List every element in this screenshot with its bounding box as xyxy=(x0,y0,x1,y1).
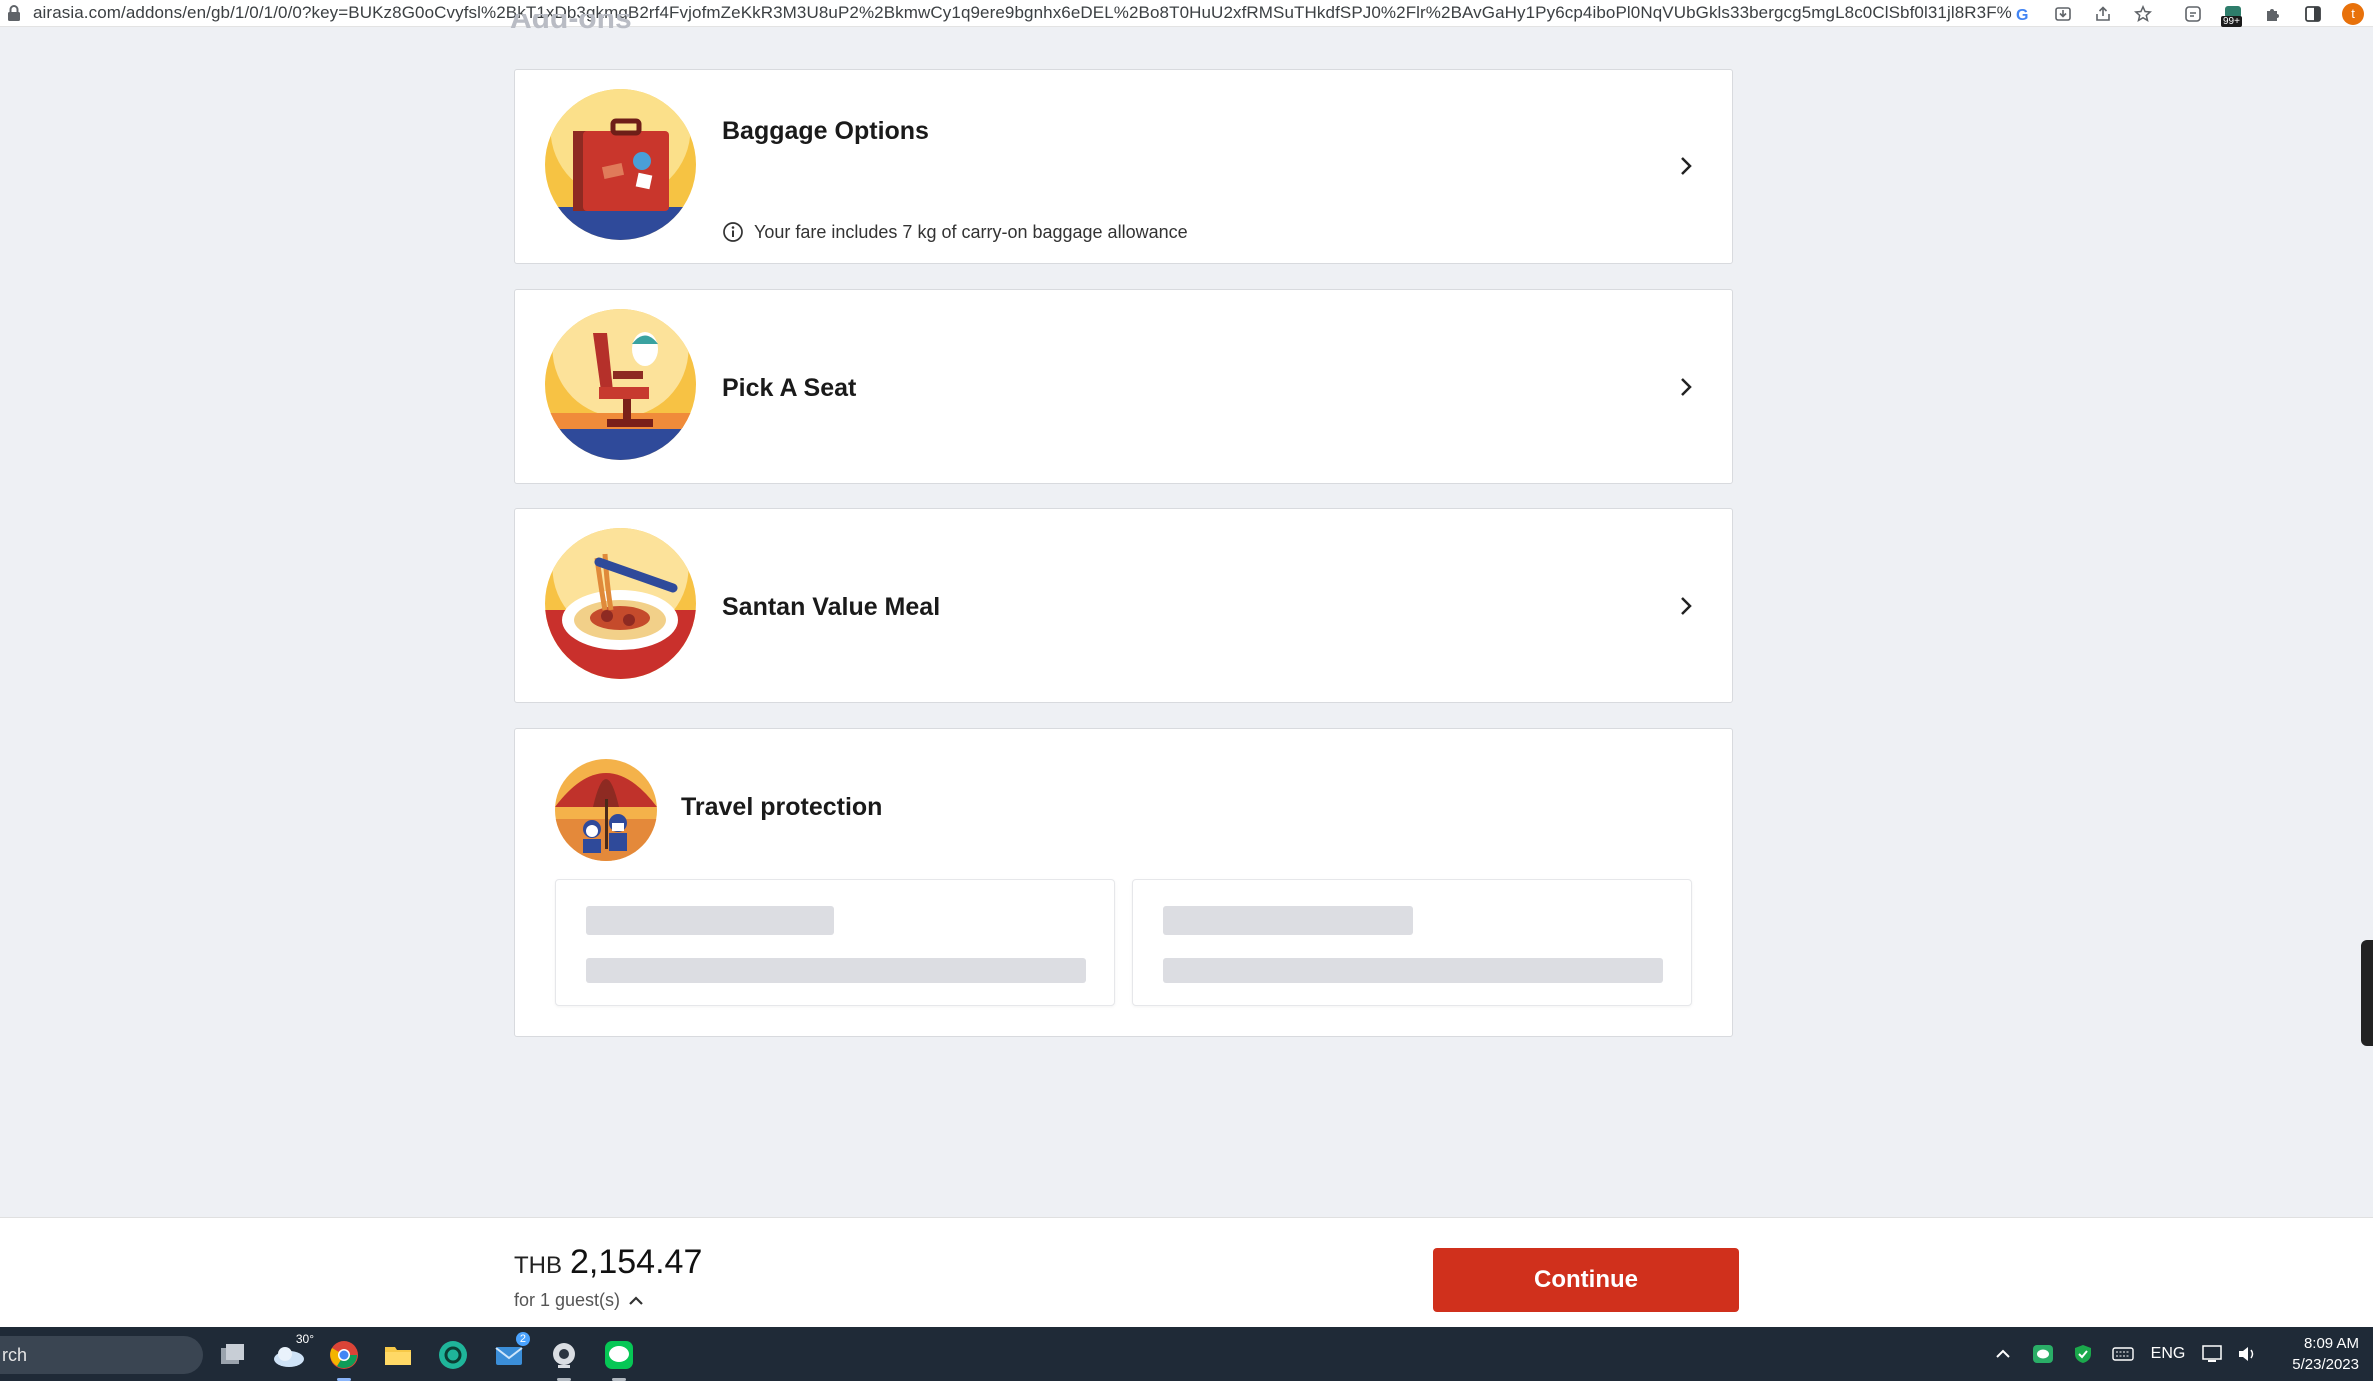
taskbar-search-text: rch xyxy=(2,1344,28,1365)
price-summary-bar: THB 2,154.47 for 1 guest(s) Continue xyxy=(0,1217,2373,1327)
addon-title: Pick A Seat xyxy=(722,374,857,402)
guest-count-toggle[interactable]: for 1 guest(s) xyxy=(514,1290,644,1311)
skeleton-bar xyxy=(586,958,1086,983)
protection-option-skeleton xyxy=(1132,879,1692,1006)
chevron-right-icon[interactable] xyxy=(1676,154,1696,178)
side-panel-icon[interactable] xyxy=(2293,0,2333,27)
volume-icon[interactable] xyxy=(2233,1344,2263,1364)
meal-icon xyxy=(545,528,696,679)
url-text[interactable]: airasia.com/addons/en/gb/1/0/1/0/0?key=B… xyxy=(33,3,2013,23)
price-amount: 2,154.47 xyxy=(570,1243,703,1281)
travel-protection-card: Travel protection xyxy=(514,728,1733,1037)
chevron-right-icon[interactable] xyxy=(1676,594,1696,618)
chevron-right-icon[interactable] xyxy=(1676,375,1696,399)
weather-widget-icon[interactable]: 30° xyxy=(270,1332,314,1374)
currency-code: THB xyxy=(514,1252,562,1279)
weather-temp: 30° xyxy=(295,1332,314,1346)
share-icon[interactable] xyxy=(2083,0,2123,27)
clock-time: 8:09 AM xyxy=(2303,1335,2359,1352)
feedback-side-tab[interactable] xyxy=(2361,940,2373,1046)
chatgpt-app-icon[interactable] xyxy=(434,1336,472,1374)
taskbar-clock[interactable]: 8:09 AM 5/23/2023 xyxy=(2263,1333,2373,1375)
lock-icon[interactable] xyxy=(7,5,21,21)
browser-address-bar: airasia.com/addons/en/gb/1/0/1/0/0?key=B… xyxy=(0,0,2373,27)
baggage-allowance-note: Your fare includes 7 kg of carry-on bagg… xyxy=(722,221,1188,243)
addon-card-meal[interactable]: Santan Value Meal xyxy=(514,508,1733,703)
total-price: THB 2,154.47 xyxy=(514,1243,702,1282)
svg-text:G: G xyxy=(2016,7,2028,23)
baggage-note-text: Your fare includes 7 kg of carry-on bagg… xyxy=(754,221,1188,242)
keyboard-icon[interactable] xyxy=(2103,1347,2143,1361)
webcam-app-icon[interactable] xyxy=(545,1336,583,1381)
extension-chat-icon[interactable] xyxy=(2173,0,2213,27)
addon-card-baggage[interactable]: Baggage Options Your fare includes 7 kg … xyxy=(514,69,1733,264)
mail-icon[interactable]: 2 xyxy=(490,1332,530,1374)
addon-title: Baggage Options xyxy=(722,117,929,145)
protection-title: Travel protection xyxy=(681,793,883,821)
continue-button[interactable]: Continue xyxy=(1433,1248,1739,1312)
baggage-icon xyxy=(545,89,696,240)
chrome-icon[interactable] xyxy=(325,1336,363,1381)
file-explorer-icon[interactable] xyxy=(379,1336,417,1374)
network-icon[interactable] xyxy=(2193,1344,2233,1364)
protection-option-skeleton xyxy=(555,879,1115,1006)
task-view-icon[interactable] xyxy=(214,1336,252,1374)
line-app-icon[interactable] xyxy=(600,1336,638,1381)
bookmark-star-icon[interactable] xyxy=(2123,0,2163,27)
mail-badge: 2 xyxy=(515,1332,530,1346)
extension-badge-icon[interactable]: 99+ xyxy=(2213,0,2253,27)
browser-toolbar: G 99+ t xyxy=(2003,0,2373,27)
system-tray: ENG 8:09 AM 5/23/2023 xyxy=(1983,1327,2373,1381)
skeleton-bar xyxy=(1163,958,1663,983)
umbrella-protection-icon xyxy=(555,759,657,861)
info-icon xyxy=(723,222,743,242)
chevron-up-icon[interactable] xyxy=(628,1295,644,1307)
windows-taskbar: rch 30° 2 ENG 8:09 AM 5/23/2023 xyxy=(0,1327,2373,1381)
skeleton-bar xyxy=(586,906,834,935)
tray-overflow-chevron-icon[interactable] xyxy=(1983,1348,2023,1360)
addon-card-seat[interactable]: Pick A Seat xyxy=(514,289,1733,484)
security-shield-icon[interactable] xyxy=(2063,1344,2103,1364)
profile-avatar[interactable]: t xyxy=(2333,0,2373,27)
guest-count-text: for 1 guest(s) xyxy=(514,1290,621,1310)
wechat-tray-icon[interactable] xyxy=(2023,1344,2063,1364)
skeleton-bar xyxy=(1163,906,1413,935)
seat-icon xyxy=(545,309,696,460)
google-lens-icon[interactable]: G xyxy=(2003,0,2043,27)
extension-badge-count: 99+ xyxy=(2221,16,2242,27)
extensions-puzzle-icon[interactable] xyxy=(2253,0,2293,27)
taskbar-search-box[interactable]: rch xyxy=(0,1336,203,1374)
section-heading-partial: Add-ons xyxy=(510,14,632,30)
addon-title: Santan Value Meal xyxy=(722,593,941,621)
install-app-icon[interactable] xyxy=(2043,0,2083,27)
language-indicator[interactable]: ENG xyxy=(2143,1345,2193,1363)
clock-date: 5/23/2023 xyxy=(2292,1356,2359,1373)
